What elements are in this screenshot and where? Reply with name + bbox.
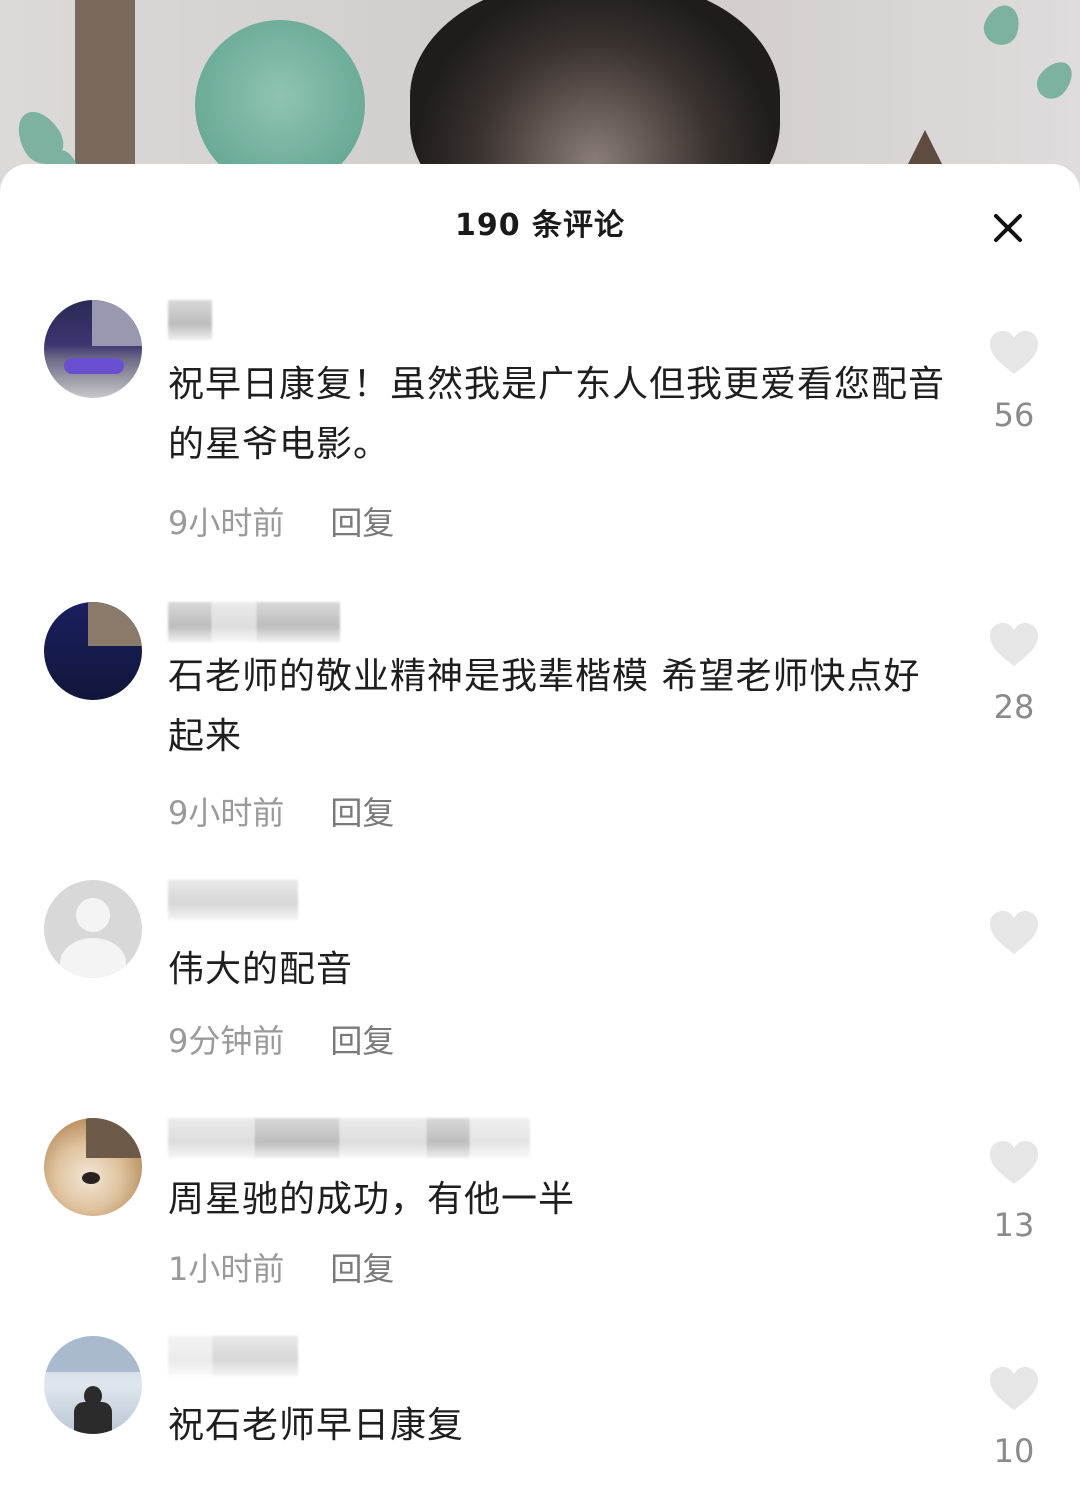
avatar[interactable] [44, 300, 142, 398]
blurred-text [168, 300, 212, 340]
username-blurred[interactable] [168, 880, 298, 920]
comment-meta: 9小时前 回复 [168, 498, 394, 544]
blurred-text [340, 1118, 426, 1158]
blurred-text [168, 1118, 254, 1158]
like-count: 28 [993, 688, 1035, 726]
avatar-mosaic [92, 300, 142, 346]
avatar-mosaic [86, 1118, 142, 1158]
blurred-text [254, 1118, 340, 1158]
reply-button[interactable]: 回复 [330, 788, 394, 834]
like-button[interactable]: 28 [980, 622, 1048, 726]
like-button[interactable]: 10 [980, 1366, 1048, 1470]
like-count: 13 [993, 1206, 1035, 1244]
leaf-decoration [979, 0, 1025, 50]
blurred-text [168, 1336, 212, 1376]
comment-count-title: 190 条评论 [454, 208, 626, 243]
reply-button[interactable]: 回复 [330, 1016, 394, 1062]
comment-time: 9小时前 [168, 794, 285, 832]
username-blurred[interactable] [168, 602, 340, 642]
avatar-mosaic [44, 1336, 142, 1372]
car-image [64, 358, 124, 374]
leaf-decoration [1030, 55, 1080, 105]
comment-text: 石老师的敬业精神是我辈楷模 希望老师快点好起来 [168, 656, 921, 757]
like-button[interactable]: 13 [980, 1140, 1048, 1244]
comments-panel: 190 条评论 祝早日康复！虽然我是广东人但我更爱看您配音的星爷电影。 9小时前… [0, 164, 1080, 1494]
comment-text: 伟大的配音 [168, 949, 354, 990]
avatar[interactable] [44, 1336, 142, 1434]
reply-button[interactable]: 回复 [330, 1244, 394, 1290]
like-button[interactable]: 56 [980, 330, 1048, 434]
default-avatar-body [60, 938, 126, 978]
tree-trunk-decoration [75, 0, 135, 180]
blurred-text [168, 602, 212, 642]
blurred-text [470, 1118, 530, 1158]
blurred-text [212, 602, 256, 642]
blurred-text [168, 880, 298, 920]
like-count: 10 [993, 1432, 1035, 1470]
avatar[interactable] [44, 1118, 142, 1216]
heart-icon [990, 911, 1038, 954]
reply-button[interactable]: 回复 [330, 498, 394, 544]
blurred-text [256, 602, 340, 642]
comments-header: 190 条评论 [0, 164, 1080, 284]
comment-meta: 9分钟前 回复 [168, 1016, 394, 1062]
comment-meta: 9小时前 回复 [168, 788, 394, 834]
like-button[interactable] [980, 910, 1048, 976]
comment-time: 1小时前 [168, 1250, 285, 1288]
username-blurred[interactable] [168, 1336, 298, 1376]
comment-text: 祝石老师早日康复 [168, 1405, 465, 1446]
comment-time: 9小时前 [168, 504, 285, 542]
username-blurred[interactable] [168, 300, 212, 340]
default-avatar-head [76, 898, 110, 932]
figure-body [74, 1402, 112, 1434]
dog-nose [82, 1172, 100, 1184]
username-blurred[interactable] [168, 1118, 530, 1158]
comment-text: 周星驰的成功，有他一半 [168, 1179, 576, 1220]
blurred-text [426, 1118, 470, 1158]
heart-icon [990, 623, 1038, 666]
close-icon[interactable] [992, 212, 1024, 244]
like-count: 56 [993, 396, 1035, 434]
avatar-mosaic [88, 602, 142, 646]
heart-icon [990, 331, 1038, 374]
comment-meta: 1小时前 回复 [168, 1244, 394, 1290]
comment-time: 9分钟前 [168, 1022, 285, 1060]
avatar[interactable] [44, 880, 142, 978]
avatar[interactable] [44, 602, 142, 700]
heart-icon [990, 1367, 1038, 1410]
blurred-text [212, 1336, 298, 1376]
heart-icon [990, 1141, 1038, 1184]
comment-text: 祝早日康复！虽然我是广东人但我更爱看您配音的星爷电影。 [168, 364, 946, 465]
